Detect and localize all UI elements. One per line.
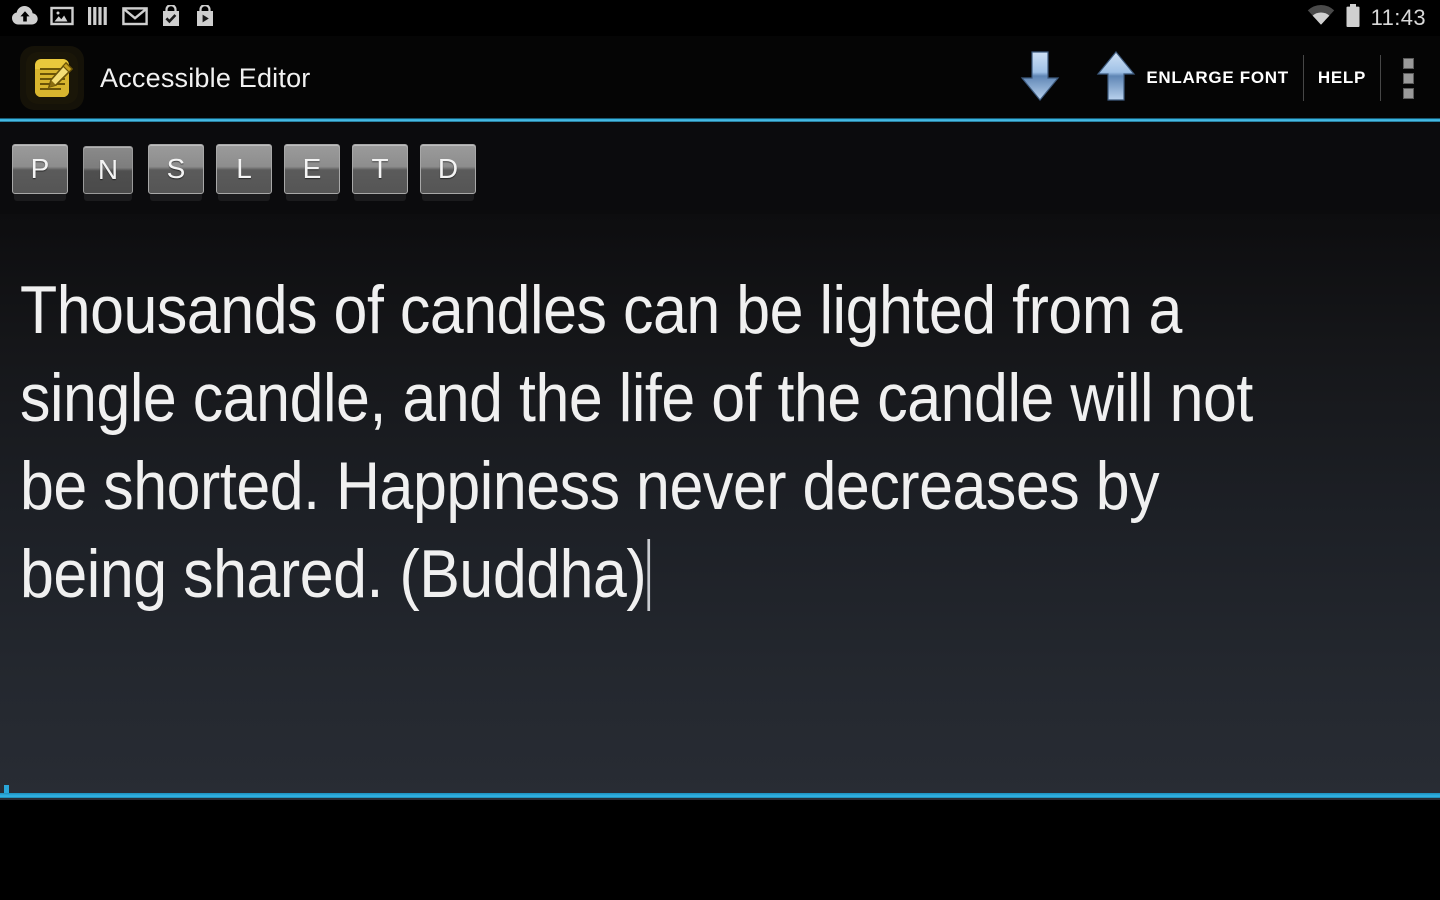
tool-button-label: T (371, 153, 389, 184)
status-bar-system: 11:43 (1307, 0, 1426, 36)
cloud-upload-icon (12, 5, 38, 32)
tool-button-shadow (286, 194, 338, 201)
shrink-font-button[interactable] (1002, 36, 1078, 120)
text-caret (647, 539, 650, 611)
tool-button-label: L (236, 153, 252, 184)
editor-text-value: Thousands of candles can be lighted from… (20, 272, 1270, 612)
play-store-update-icon (160, 3, 182, 32)
gmail-icon (122, 5, 148, 32)
tool-button-shadow (14, 194, 66, 201)
tool-button-label: N (97, 154, 119, 185)
tool-button-shadow (422, 194, 474, 201)
tool-button-shadow (218, 194, 270, 201)
help-button[interactable]: HELP (1304, 36, 1380, 120)
status-bar: 11:43 (0, 0, 1440, 36)
enlarge-font-button[interactable]: ENLARGE FONT (1078, 36, 1303, 120)
overflow-dot (1403, 72, 1414, 84)
tool-button-shadow (354, 194, 406, 201)
tool-button[interactable]: D (420, 144, 476, 201)
enlarge-font-label: ENLARGE FONT (1146, 68, 1289, 87)
overflow-dot (1403, 57, 1414, 69)
tool-button-shadow (84, 194, 132, 201)
tool-button-label: S (166, 153, 186, 184)
tool-button-label: E (302, 153, 322, 184)
app-title: Accessible Editor (100, 62, 311, 93)
tool-button[interactable]: S (148, 144, 204, 201)
tool-button-label: D (437, 153, 459, 184)
tool-button[interactable]: L (216, 144, 272, 201)
arrow-up-icon (1092, 48, 1140, 109)
editor-content[interactable]: Thousands of candles can be lighted from… (20, 266, 1264, 618)
overflow-menu-icon[interactable] (1381, 57, 1440, 99)
tool-button-label: P (30, 153, 50, 184)
action-bar-actions: ENLARGE FONT HELP (1002, 36, 1440, 120)
battery-icon (1345, 3, 1361, 33)
status-clock: 11:43 (1370, 5, 1426, 30)
navigation-bar (0, 800, 1440, 900)
equalizer-icon (86, 5, 110, 32)
notepad-pencil-icon[interactable] (20, 46, 84, 110)
image-icon (50, 5, 74, 32)
text-editor[interactable]: Thousands of candles can be lighted from… (0, 214, 1440, 800)
overflow-dot (1403, 87, 1414, 99)
play-store-download-icon (194, 3, 216, 32)
tool-button[interactable]: E (284, 144, 340, 201)
action-bar-branding[interactable]: Accessible Editor (0, 46, 311, 110)
device-screen: 11:43 Accessible Editor ENLARGE FONT HEL… (0, 0, 1440, 900)
wifi-icon (1307, 4, 1335, 32)
tool-button[interactable]: N (80, 144, 136, 201)
tool-button-shadow (150, 194, 202, 201)
editor-focus-underline (0, 793, 1440, 798)
tool-button[interactable]: P (12, 144, 68, 201)
action-bar: Accessible Editor ENLARGE FONT HELP (0, 36, 1440, 120)
tool-button-row: P N S L E T D (0, 122, 1440, 214)
tool-button[interactable]: T (352, 144, 408, 201)
status-bar-notifications (0, 3, 216, 32)
help-label: HELP (1317, 68, 1366, 87)
arrow-down-icon (1016, 48, 1064, 109)
